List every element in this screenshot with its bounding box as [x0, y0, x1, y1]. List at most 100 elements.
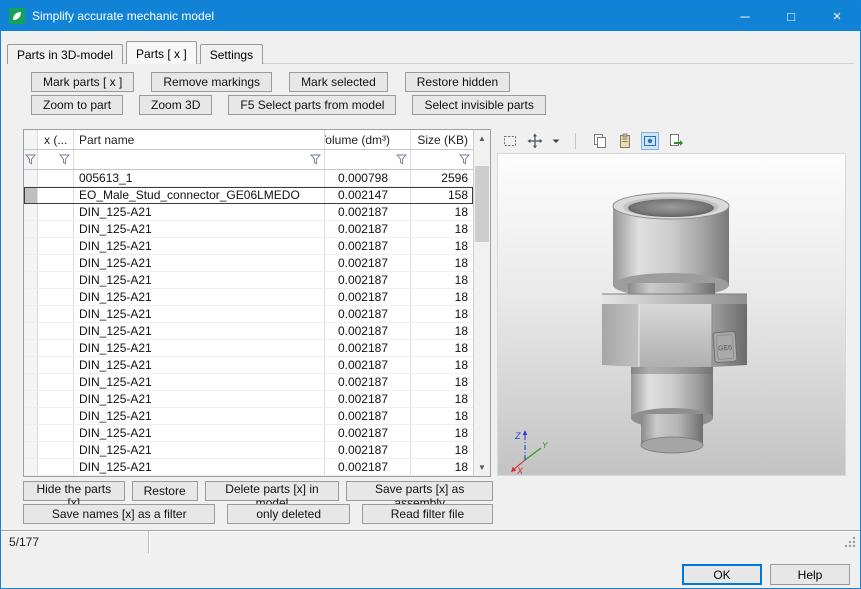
action-button[interactable]: Remove markings: [151, 72, 272, 92]
tab[interactable]: Parts [ x ]: [126, 41, 197, 64]
header-part-name[interactable]: Part name: [74, 130, 325, 149]
row-header[interactable]: [24, 357, 38, 373]
row-header[interactable]: [24, 459, 38, 475]
header-size[interactable]: Size (KB): [411, 130, 473, 149]
row-header[interactable]: [24, 442, 38, 458]
row-header[interactable]: [24, 221, 38, 237]
cell-size: 18: [411, 272, 473, 288]
select-window-icon[interactable]: [501, 132, 519, 150]
export-view-icon[interactable]: [666, 132, 684, 150]
cell-part-name: DIN_125-A21: [74, 204, 325, 220]
table-row[interactable]: EO_Male_Stud_connector_GE06LMEDO 0.00214…: [24, 187, 473, 204]
filter-cell[interactable]: [325, 150, 411, 169]
header-x[interactable]: x (...: [38, 130, 74, 149]
action-button[interactable]: Select invisible parts: [412, 95, 545, 115]
scroll-up-icon[interactable]: ▲: [474, 130, 490, 147]
table-row[interactable]: DIN_125-A21 0.002187 18: [24, 221, 473, 238]
action-button[interactable]: Read filter file: [362, 504, 493, 524]
table-row[interactable]: DIN_125-A21 0.002187 18: [24, 425, 473, 442]
cell-part-name: DIN_125-A21: [74, 408, 325, 424]
header-rowhead: [24, 130, 38, 149]
table-row[interactable]: 005613_1 0.000798 2596: [24, 170, 473, 187]
row-header[interactable]: [24, 204, 38, 220]
table-header: x (... Part name Volume (dm³) Size (KB): [24, 130, 473, 150]
row-header[interactable]: [24, 374, 38, 390]
row-header[interactable]: [24, 238, 38, 254]
copy-view-icon[interactable]: [591, 132, 609, 150]
row-header[interactable]: [24, 340, 38, 356]
scrollbar-thumb[interactable]: [475, 166, 489, 242]
scroll-down-icon[interactable]: ▼: [474, 459, 490, 476]
tab[interactable]: Settings: [200, 44, 263, 64]
action-button[interactable]: only deleted: [227, 504, 349, 524]
cell-volume: 0.000798: [325, 170, 411, 186]
table-row[interactable]: DIN_125-A21 0.002187 18: [24, 340, 473, 357]
cell-volume: 0.002187: [325, 391, 411, 407]
status-counter: 5/177: [1, 531, 149, 553]
pan-view-icon[interactable]: [526, 132, 544, 150]
vertical-scrollbar[interactable]: ▲ ▼: [473, 130, 490, 476]
paste-view-icon[interactable]: [616, 132, 634, 150]
axis-x-label: X: [516, 466, 524, 475]
cell-part-name: DIN_125-A21: [74, 323, 325, 339]
row-header[interactable]: [24, 255, 38, 271]
table-row[interactable]: DIN_125-A21 0.002187 18: [24, 289, 473, 306]
chevron-down-icon[interactable]: [551, 132, 560, 150]
action-button[interactable]: Zoom to part: [31, 95, 123, 115]
action-button[interactable]: Save names [x] as a filter: [23, 504, 215, 524]
action-button[interactable]: F5 Select parts from model: [228, 95, 396, 115]
row-header[interactable]: [24, 391, 38, 407]
filter-cell[interactable]: [411, 150, 473, 169]
row-header[interactable]: [24, 306, 38, 322]
table-row[interactable]: DIN_125-A21 0.002187 18: [24, 374, 473, 391]
close-button[interactable]: ×: [814, 1, 860, 31]
cell-size: 18: [411, 442, 473, 458]
tab[interactable]: Parts in 3D-model: [7, 44, 123, 64]
action-button[interactable]: Restore hidden: [405, 72, 510, 92]
cell-volume: 0.002187: [325, 357, 411, 373]
capture-view-icon[interactable]: [641, 132, 659, 150]
action-button[interactable]: Save parts [x] as assembly: [346, 481, 493, 501]
action-button[interactable]: Mark parts [ x ]: [31, 72, 134, 92]
cell-part-name: DIN_125-A21: [74, 221, 325, 237]
minimize-button[interactable]: ─: [722, 1, 768, 31]
cell-part-name: DIN_125-A21: [74, 357, 325, 373]
action-button[interactable]: Zoom 3D: [139, 95, 212, 115]
table-row[interactable]: DIN_125-A21 0.002187 18: [24, 323, 473, 340]
help-button[interactable]: Help: [770, 564, 850, 585]
row-header[interactable]: [24, 323, 38, 339]
table-row[interactable]: DIN_125-A21 0.002187 18: [24, 255, 473, 272]
row-header[interactable]: [24, 170, 38, 186]
filter-cell[interactable]: [38, 150, 74, 169]
row-header[interactable]: [24, 272, 38, 288]
table-row[interactable]: DIN_125-A21 0.002187 18: [24, 306, 473, 323]
axis-z-label: Z: [514, 431, 521, 441]
viewer-canvas[interactable]: GE6 Z Y X: [497, 153, 846, 476]
table-row[interactable]: DIN_125-A21 0.002187 18: [24, 204, 473, 221]
table-row[interactable]: DIN_125-A21 0.002187 18: [24, 272, 473, 289]
table-row[interactable]: DIN_125-A21 0.002187 18: [24, 459, 473, 476]
action-button[interactable]: Mark selected: [289, 72, 388, 92]
filter-cell[interactable]: [74, 150, 325, 169]
cell-size: 18: [411, 391, 473, 407]
cell-size: 18: [411, 357, 473, 373]
table-row[interactable]: DIN_125-A21 0.002187 18: [24, 442, 473, 459]
table-row[interactable]: DIN_125-A21 0.002187 18: [24, 391, 473, 408]
header-volume[interactable]: Volume (dm³): [325, 130, 411, 149]
row-header[interactable]: [24, 187, 38, 203]
table-row[interactable]: DIN_125-A21 0.002187 18: [24, 238, 473, 255]
row-header[interactable]: [24, 289, 38, 305]
action-button[interactable]: Delete parts [x] in model: [205, 481, 340, 501]
part-3d-model: GE6 Z Y X: [498, 154, 845, 475]
resize-grip-icon[interactable]: [843, 535, 857, 549]
action-button[interactable]: Restore: [132, 481, 198, 501]
cell-volume: 0.002187: [325, 255, 411, 271]
table-row[interactable]: DIN_125-A21 0.002187 18: [24, 357, 473, 374]
action-button[interactable]: Hide the parts [x]: [23, 481, 125, 501]
row-header[interactable]: [24, 425, 38, 441]
maximize-button[interactable]: □: [768, 1, 814, 31]
filter-cell[interactable]: [24, 150, 38, 169]
row-header[interactable]: [24, 408, 38, 424]
table-row[interactable]: DIN_125-A21 0.002187 18: [24, 408, 473, 425]
ok-button[interactable]: OK: [682, 564, 762, 585]
